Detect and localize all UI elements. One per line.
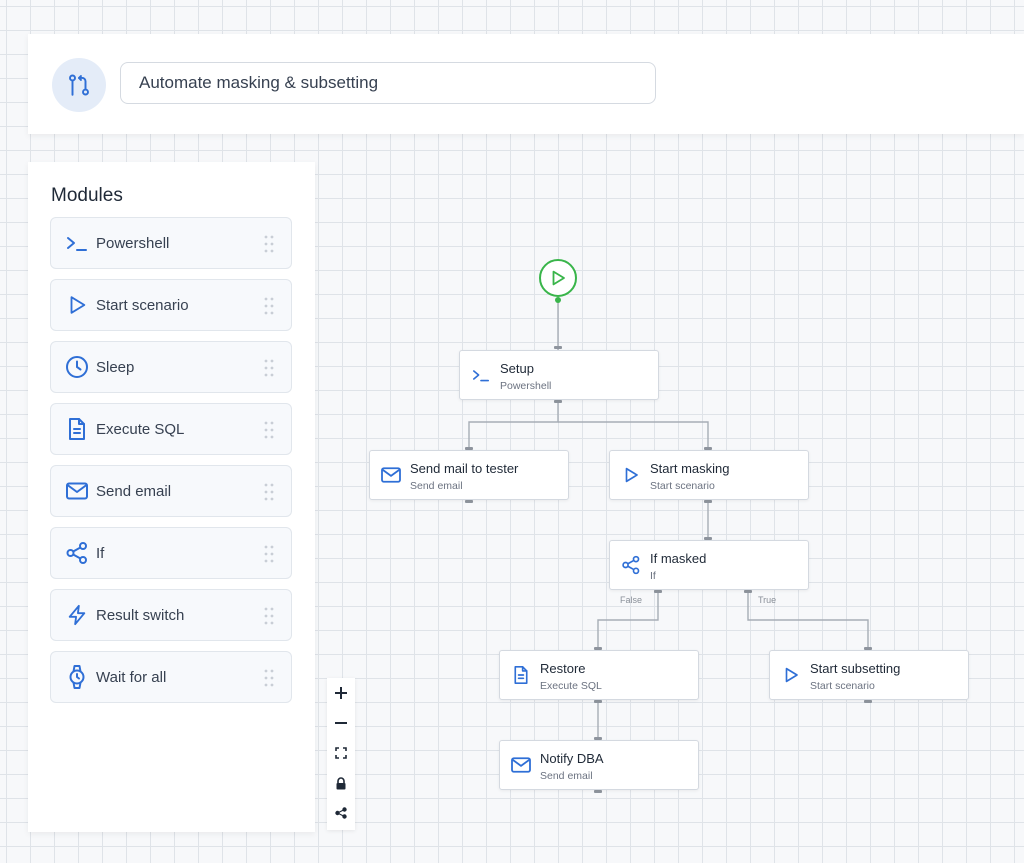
- node-if-masked[interactable]: If masked If: [609, 540, 809, 590]
- node-title: Start subsetting: [810, 661, 901, 676]
- mail-icon: [510, 754, 532, 776]
- node-title: Send mail to tester: [410, 461, 519, 476]
- node-restore[interactable]: Restore Execute SQL: [499, 650, 699, 700]
- edge-label-false: False: [620, 595, 643, 605]
- node-subtitle: Execute SQL: [540, 680, 602, 692]
- node-title: Setup: [500, 361, 534, 376]
- node-subtitle: Start scenario: [650, 480, 715, 492]
- play-icon: [780, 664, 802, 686]
- node-subtitle: If: [650, 570, 656, 582]
- node-subtitle: Start scenario: [810, 680, 875, 692]
- edge-label-true: True: [758, 595, 777, 605]
- edge-setup-start-masking: [558, 421, 709, 451]
- node-subtitle: Send email: [540, 770, 593, 782]
- node-start-masking[interactable]: Start masking Start scenario: [609, 450, 809, 500]
- terminal-icon: [470, 364, 492, 386]
- node-start-subsetting[interactable]: Start subsetting Start scenario: [769, 650, 969, 700]
- start-node[interactable]: [539, 259, 577, 297]
- share-icon: [620, 554, 642, 576]
- node-title: If masked: [650, 551, 707, 566]
- play-icon: [552, 270, 565, 286]
- node-title: Restore: [540, 661, 586, 676]
- play-icon: [620, 464, 642, 486]
- flow-edges: [465, 297, 872, 793]
- node-setup[interactable]: Setup Powershell: [459, 350, 659, 400]
- edge-setup-send-mail: [468, 400, 559, 451]
- node-title: Notify DBA: [540, 751, 604, 766]
- node-subtitle: Send email: [410, 480, 463, 492]
- mail-icon: [380, 464, 402, 486]
- node-send-mail-to-tester[interactable]: Send mail to tester Send email: [369, 450, 569, 500]
- node-subtitle: Powershell: [500, 380, 552, 392]
- document-icon: [510, 664, 532, 686]
- node-title: Start masking: [650, 461, 730, 476]
- node-notify-dba[interactable]: Notify DBA Send email: [499, 740, 699, 790]
